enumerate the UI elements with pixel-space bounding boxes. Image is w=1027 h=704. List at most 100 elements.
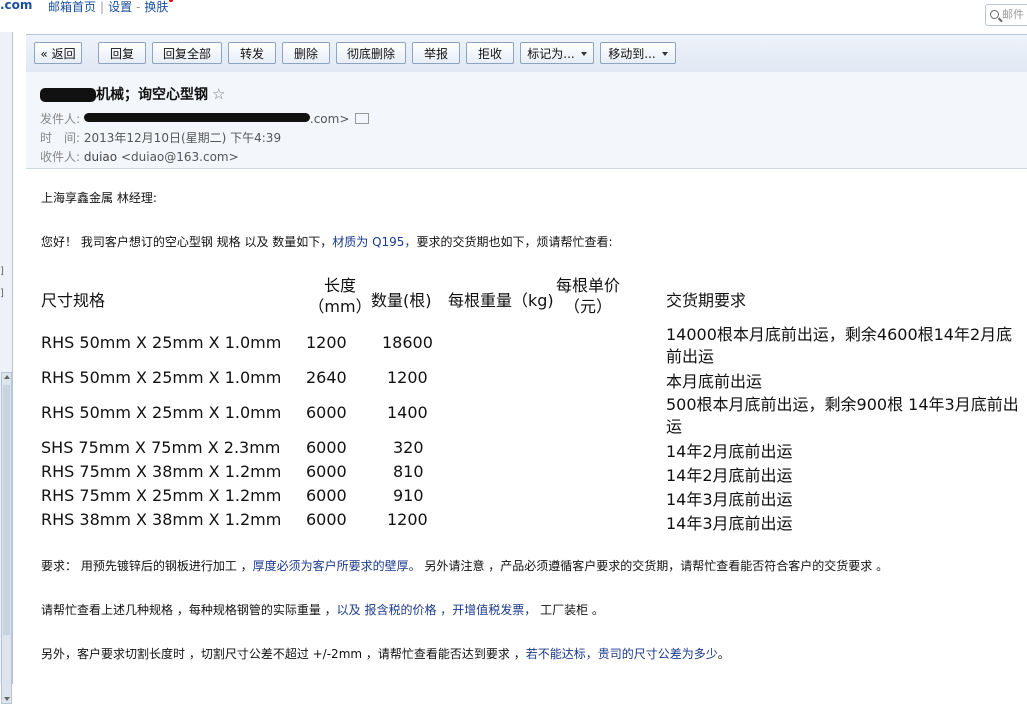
scrollbar-thumb[interactable] bbox=[3, 385, 10, 635]
header-qty: 数量(根) bbox=[371, 291, 432, 310]
tol-text-b: 若不能达标，贵司的尺寸公差为多少 bbox=[525, 647, 718, 661]
scroll-up-arrow-icon[interactable] bbox=[4, 375, 10, 379]
recipient-label: 收件人: bbox=[40, 150, 81, 164]
search-placeholder: 邮件 bbox=[1002, 8, 1024, 21]
table-cell-spec: SHS 75mm X 75mm X 2.3mm bbox=[41, 438, 281, 457]
table-cell-qty: 1200 bbox=[387, 368, 428, 387]
recipient-name[interactable]: duiao bbox=[84, 150, 117, 164]
req-text-a: 要求： 用预先镀锌后的钢板进行加工 ， bbox=[41, 559, 253, 573]
table-cell-length: 6000 bbox=[306, 462, 347, 481]
table-cell-delivery: 14年3月底前出运 bbox=[666, 514, 793, 533]
table-cell-qty: 320 bbox=[393, 438, 424, 457]
tolerance-paragraph: 另外，客户要求切割长度时 ，切割尺寸公差不超过 +/-2mm ，请帮忙查看能否达… bbox=[41, 645, 730, 662]
chevron-down-icon bbox=[580, 52, 587, 56]
move-to-label: 移动到... bbox=[608, 47, 656, 61]
table-cell-spec: RHS 50mm X 25mm X 1.0mm bbox=[41, 368, 282, 387]
table-cell-delivery: 14000根本月底前出运，剩余4600根14年2月底 bbox=[666, 325, 1013, 344]
table-cell-spec: RHS 75mm X 38mm X 1.2mm bbox=[41, 462, 282, 481]
table-cell-length: 1200 bbox=[306, 333, 347, 352]
table-cell-qty: 1400 bbox=[387, 403, 428, 422]
intro-text-b: 材质为 Q195， bbox=[332, 235, 417, 249]
skin-link[interactable]: 换肤 bbox=[144, 0, 168, 14]
reply-all-button[interactable]: 回复全部 bbox=[152, 42, 222, 64]
chevron-down-icon bbox=[661, 52, 668, 56]
delete-button[interactable]: 删除 bbox=[282, 42, 330, 64]
message-header: 机械；询空心型钢 ☆ 发件人: .com> 时 间: 2013年12月10日(星期… bbox=[26, 72, 1027, 169]
check-text-a: 请帮忙查看上述几种规格 ，每种规格钢管的实际重量 ， bbox=[41, 603, 337, 617]
scroll-down-arrow-icon[interactable] bbox=[4, 697, 10, 701]
table-cell-delivery: 14年3月底前出运 bbox=[666, 490, 793, 509]
table-cell-spec: RHS 75mm X 25mm X 1.2mm bbox=[41, 486, 282, 505]
table-cell-qty: 910 bbox=[393, 486, 424, 505]
top-bar: .com 邮箱首页 | 设置 - 换肤 邮件 bbox=[0, 0, 1027, 32]
time-label: 时 间: bbox=[40, 131, 81, 145]
left-sidebar-edge: ] ] bbox=[0, 32, 13, 704]
table-cell-spec: RHS 50mm X 25mm X 1.0mm bbox=[41, 333, 282, 352]
search-input[interactable]: 邮件 bbox=[985, 4, 1027, 26]
message-body: 上海享鑫金属 林经理: 您好！ 我司客户想订的空心型钢 规格 以及 数量如下，材… bbox=[26, 169, 1027, 684]
table-cell-delivery: 14年2月底前出运 bbox=[666, 442, 793, 461]
table-cell-spec: RHS 38mm X 38mm X 1.2mm bbox=[41, 510, 282, 529]
table-cell-delivery: 500根本月底前出运，剩余900根 14年3月底前出 bbox=[666, 395, 1019, 414]
table-cell-qty: 810 bbox=[393, 462, 424, 481]
sender-label: 发件人: bbox=[40, 112, 81, 126]
forward-button[interactable]: 转发 bbox=[228, 42, 276, 64]
intro-text-c: 要求的交货期也如下，烦请帮忙查看: bbox=[416, 235, 613, 249]
star-icon[interactable]: ☆ bbox=[212, 85, 225, 103]
sidebar-scrollbar[interactable] bbox=[1, 372, 12, 704]
table-cell-length: 6000 bbox=[306, 438, 347, 457]
search-icon bbox=[990, 10, 999, 19]
reply-button[interactable]: 回复 bbox=[98, 42, 146, 64]
redacted-block bbox=[40, 88, 96, 102]
subject-line: 机械；询空心型钢 ☆ bbox=[40, 84, 225, 104]
intro-text-a: 您好！ 我司客户想订的空心型钢 规格 以及 数量如下， bbox=[41, 235, 333, 249]
redacted-sender bbox=[83, 113, 310, 122]
subject-text: 机械；询空心型钢 bbox=[96, 87, 208, 103]
table-cell-delivery-cont: 运 bbox=[666, 417, 683, 436]
check-paragraph: 请帮忙查看上述几种规格 ，每种规格钢管的实际重量 ，以及 报含税的价格 ，开增值… bbox=[41, 601, 604, 618]
time-row: 时 间: 2013年12月10日(星期二) 下午4:39 bbox=[40, 129, 281, 146]
intro-paragraph: 您好！ 我司客户想订的空心型钢 规格 以及 数量如下，材质为 Q195，要求的交… bbox=[41, 233, 612, 250]
sender-email-suffix[interactable]: .com> bbox=[310, 112, 350, 126]
contact-card-icon[interactable] bbox=[355, 113, 370, 124]
table-cell-delivery: 14年2月底前出运 bbox=[666, 466, 793, 485]
table-cell-spec: RHS 50mm X 25mm X 1.0mm bbox=[41, 403, 282, 422]
table-cell-length: 6000 bbox=[306, 403, 347, 422]
tol-text-c: 。 bbox=[717, 647, 730, 661]
mail-home-link[interactable]: 邮箱首页 bbox=[48, 0, 96, 14]
back-button[interactable]: « 返回 bbox=[34, 42, 82, 64]
report-button[interactable]: 举报 bbox=[412, 42, 460, 64]
top-links: 邮箱首页 | 设置 - 换肤 bbox=[48, 0, 174, 15]
notification-dot bbox=[169, 0, 174, 2]
sender-row: 发件人: .com> bbox=[40, 110, 370, 127]
settings-link[interactable]: 设置 bbox=[108, 0, 132, 14]
check-text-c: 工厂装柜 。 bbox=[536, 603, 604, 617]
domain-fragment: .com bbox=[0, 0, 33, 12]
table-cell-qty: 18600 bbox=[382, 333, 433, 352]
recipient-email[interactable]: <duiao@163.com> bbox=[121, 150, 239, 164]
recipient-row: 收件人: duiao <duiao@163.com> bbox=[40, 148, 239, 165]
permanent-delete-button[interactable]: 彻底删除 bbox=[336, 42, 406, 64]
move-to-dropdown[interactable]: 移动到... bbox=[600, 42, 676, 64]
greeting: 上海享鑫金属 林经理: bbox=[41, 191, 157, 205]
mark-as-dropdown[interactable]: 标记为... bbox=[520, 42, 594, 64]
tol-text-a: 另外，客户要求切割长度时 ，切割尺寸公差不超过 +/-2mm ，请帮忙查看能否达… bbox=[41, 647, 526, 661]
check-text-b: 以及 报含税的价格 ，开增值税发票， bbox=[336, 603, 537, 617]
sidebar-edge-mark: ] bbox=[0, 288, 4, 299]
table-cell-length: 6000 bbox=[306, 486, 347, 505]
mark-as-label: 标记为... bbox=[527, 47, 575, 61]
table-cell-length: 2640 bbox=[306, 368, 347, 387]
table-cell-qty: 1200 bbox=[387, 510, 428, 529]
req-text-c: 另外请注意 ，产品必须遵循客户要求的交货期，请帮忙查看能否符合客户的交货要求 。 bbox=[420, 559, 889, 573]
time-value: 2013年12月10日(星期二) 下午4:39 bbox=[83, 131, 282, 145]
req-text-b: 厚度必须为客户所要求的壁厚。 bbox=[252, 559, 421, 573]
table-cell-delivery-cont: 前出运 bbox=[666, 347, 715, 366]
header-delivery: 交货期要求 bbox=[666, 291, 747, 310]
requirements-paragraph: 要求： 用预先镀锌后的钢板进行加工 ，厚度必须为客户所要求的壁厚。 另外请注意 … bbox=[41, 557, 888, 574]
header-price: 每根单价 （元） bbox=[555, 276, 620, 316]
table-cell-length: 6000 bbox=[306, 510, 347, 529]
header-spec: 尺寸规格 bbox=[41, 291, 106, 310]
sidebar-edge-mark: ] bbox=[0, 266, 4, 277]
message-toolbar: « 返回 回复 回复全部 转发 删除 彻底删除 举报 拒收 标记为... 移动到… bbox=[26, 34, 1027, 74]
reject-button[interactable]: 拒收 bbox=[466, 42, 514, 64]
